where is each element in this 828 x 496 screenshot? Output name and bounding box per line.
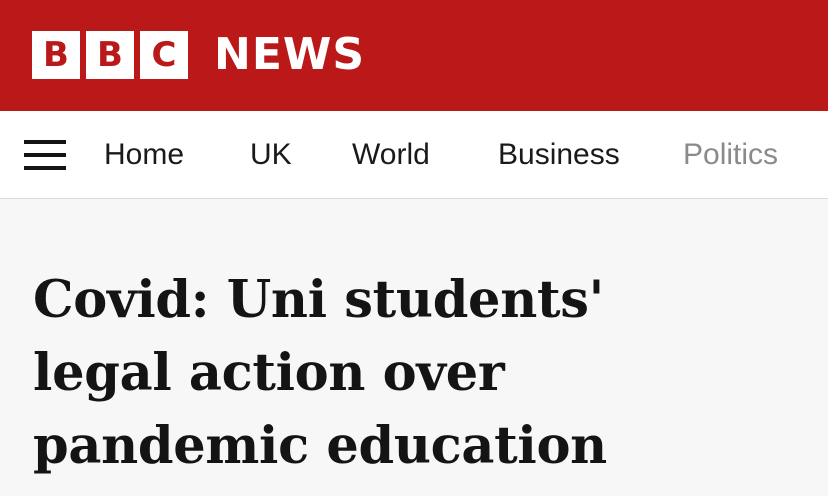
bbc-logo-letter-b1: B — [32, 31, 80, 79]
masthead: B B C NEWS — [0, 0, 828, 111]
bbc-logo-letter-c: C — [140, 31, 188, 79]
bbc-logo[interactable]: B B C — [32, 31, 188, 79]
nav-item-home[interactable]: Home — [104, 111, 184, 198]
hamburger-menu-icon[interactable] — [24, 140, 66, 170]
article-headline: Covid: Uni students' legal action over p… — [33, 264, 813, 483]
bbc-logo-letter-b2: B — [86, 31, 134, 79]
menu-icon-bar — [24, 166, 66, 170]
headline-line: pandemic education — [33, 416, 607, 476]
headline-line: Covid: Uni students' — [33, 270, 604, 330]
nav-item-politics[interactable]: Politics — [683, 111, 778, 198]
nav-item-uk[interactable]: UK — [250, 111, 292, 198]
news-section-title[interactable]: NEWS — [214, 27, 365, 83]
section-nav-bar: Home UK World Business Politics — [0, 111, 828, 199]
nav-item-world[interactable]: World — [352, 111, 430, 198]
menu-icon-bar — [24, 153, 66, 157]
menu-icon-bar — [24, 140, 66, 144]
nav-item-business[interactable]: Business — [498, 111, 620, 198]
headline-line: legal action over — [33, 343, 505, 403]
